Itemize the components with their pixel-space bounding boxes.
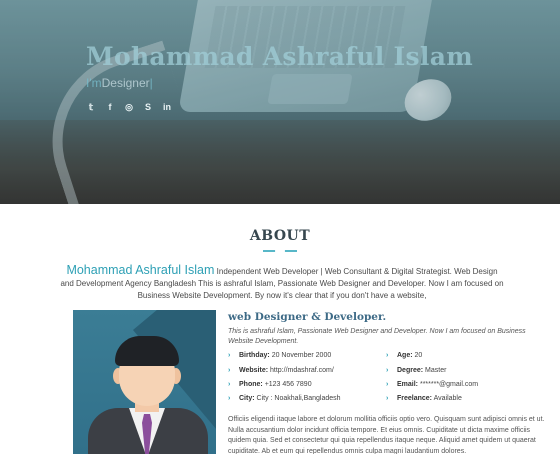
fact-birthday: › Birthday: 20 November 2000 [228, 351, 331, 361]
fact-value: Available [433, 395, 462, 402]
chevron-right-icon: › [228, 367, 231, 374]
fact-label: Age: [397, 352, 413, 359]
fact-value: 20 [414, 352, 423, 359]
fact-label: Degree: [397, 367, 424, 374]
fact-value: +123 456 7890 [264, 381, 312, 388]
fact-value[interactable]: http://mdashraf.com/ [270, 367, 334, 374]
fact-label: City: [239, 395, 255, 402]
fact-value: City : Noakhali,Bangladesh [256, 395, 341, 402]
hero-subtitle: I'mDesigner| [86, 76, 153, 90]
hero-subtitle-prefix: I'm [86, 76, 102, 90]
skype-icon[interactable]: S [143, 102, 153, 112]
fact-city: › City: City : Noakhali,Bangladesh [228, 394, 341, 404]
about-intro: Mohammad Ashraful Islam Independent Web … [60, 264, 504, 302]
instagram-icon[interactable]: ◎ [124, 102, 134, 112]
hero-name: Mohammad Ashraful Islam [86, 42, 473, 71]
fact-label: Email: [397, 381, 419, 388]
fact-degree: › Degree: Master [386, 366, 446, 376]
chevron-right-icon: › [228, 381, 231, 388]
avatar-hair [115, 336, 179, 366]
profile-avatar [73, 310, 216, 454]
fact-label: Birthday: [239, 352, 270, 359]
linkedin-icon[interactable]: in [162, 102, 172, 112]
fact-phone: › Phone: +123 456 7890 [228, 380, 312, 390]
hero-subtitle-role: Designer [101, 76, 150, 90]
twitter-icon[interactable]: 𝕥 [86, 102, 96, 112]
about-title: ABOUT [249, 228, 311, 244]
fact-age: › Age: 20 [386, 351, 422, 361]
fact-website: › Website: http://mdashraf.com/ [228, 366, 334, 376]
chevron-right-icon: › [228, 352, 231, 359]
fact-freelance: › Freelance: Available [386, 394, 462, 404]
fact-value: *******@gmail.com [419, 381, 479, 388]
about-description: Officiis eligendi itaque labore et dolor… [228, 416, 545, 454]
fact-label: Website: [239, 367, 269, 374]
hero-overlay [0, 0, 560, 204]
chevron-right-icon: › [386, 381, 389, 388]
fact-email: › Email: *******@gmail.com [386, 380, 478, 390]
hero-section: Mohammad Ashraful Islam I'mDesigner| 𝕥 f… [0, 0, 560, 204]
social-links: 𝕥 f ◎ S in [86, 102, 172, 112]
chevron-right-icon: › [386, 367, 389, 374]
chevron-right-icon: › [386, 395, 389, 402]
about-title-underline [263, 248, 297, 254]
typing-cursor: | [149, 76, 153, 90]
about-intro-name: Mohammad Ashraful Islam [66, 263, 215, 277]
chevron-right-icon: › [228, 395, 231, 402]
about-tagline: This is ashraful Islam, Passionate Web D… [228, 328, 526, 345]
fact-value: 20 November 2000 [271, 352, 332, 359]
facebook-icon[interactable]: f [105, 102, 115, 112]
chevron-right-icon: › [386, 352, 389, 359]
about-role: web Designer & Developer. [228, 311, 387, 323]
fact-value: Master [425, 367, 447, 374]
fact-label: Phone: [239, 381, 263, 388]
fact-label: Freelance: [397, 395, 433, 402]
